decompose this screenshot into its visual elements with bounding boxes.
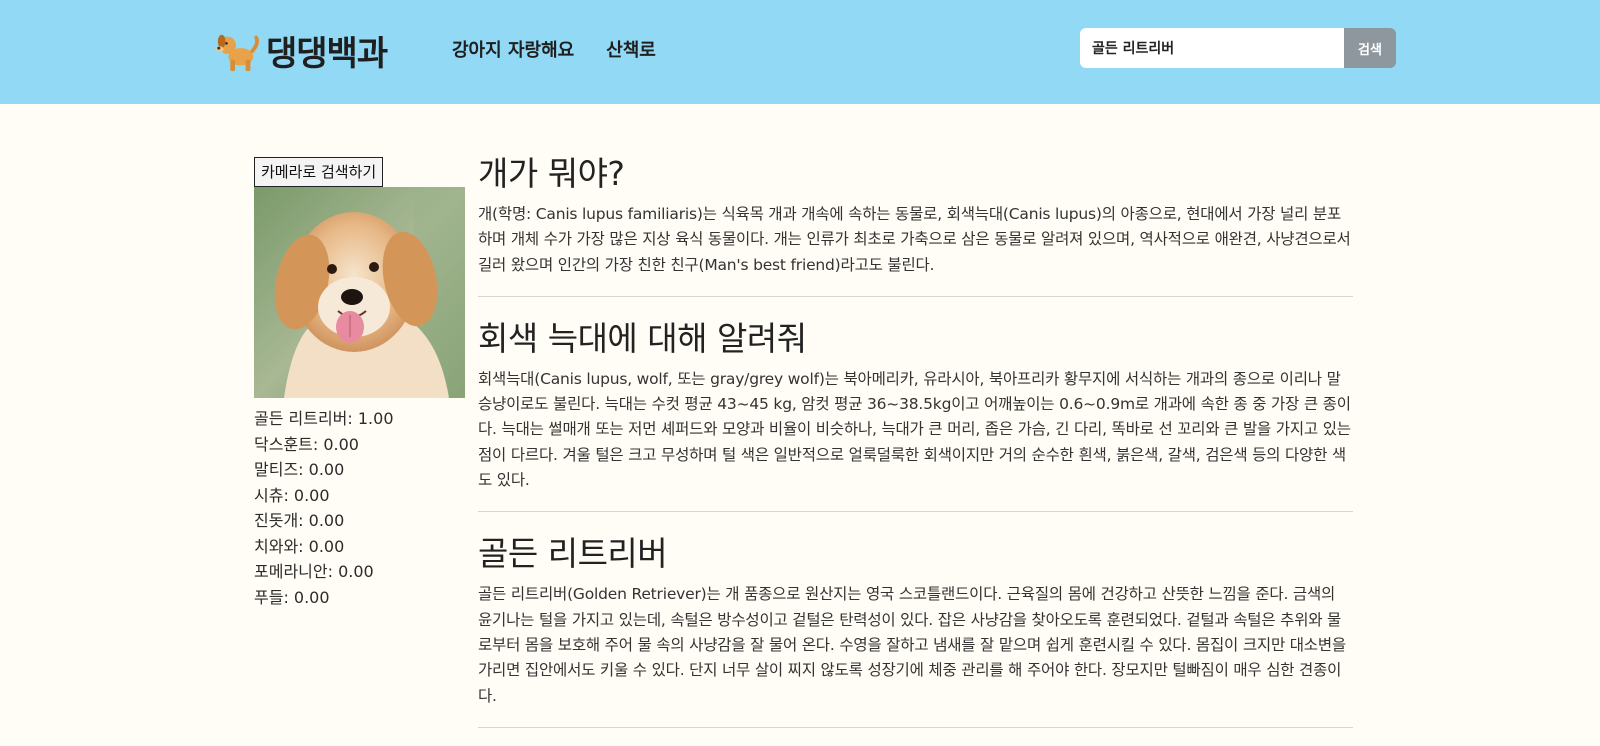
- dog-logo-icon: [215, 34, 259, 71]
- section-body: 개(학명: Canis lupus familiaris)는 식육목 개과 개속…: [478, 205, 1351, 274]
- section-title: 골든 리트리버: [478, 534, 668, 574]
- section-title: 회색 늑대에 대해 알려줘: [478, 318, 807, 358]
- prediction-item: 닥스훈트: 0.00: [254, 434, 359, 454]
- nav-item-walk-trail[interactable]: 산책로: [606, 36, 656, 62]
- prediction-sidebar: 카메라로 검색하기 골든 리트리버: 1.00 닥스훈트: 0.00 말티즈: …: [254, 157, 466, 610]
- prediction-item: 골든 리트리버: 1.00: [254, 409, 394, 428]
- site-logo[interactable]: 댕댕백과: [214, 26, 388, 75]
- section-what-is-dog: 개가 뭐야? 개(학명: Canis lupus familiaris)는 식육…: [478, 150, 1353, 297]
- section-golden-retriever: 골든 리트리버 골든 리트리버(Golden Retriever)는 개 품종으…: [478, 530, 1353, 728]
- prediction-item: 푸들: 0.00: [254, 587, 330, 607]
- camera-search-button[interactable]: 카메라로 검색하기: [254, 157, 384, 187]
- site-header: 댕댕백과 강아지 자랑해요 산책로 검색: [0, 0, 1600, 104]
- section-body: 회색늑대(Canis lupus, wolf, 또는 gray/grey wol…: [478, 369, 1351, 490]
- main-content: 개가 뭐야? 개(학명: Canis lupus familiaris)는 식육…: [478, 150, 1353, 746]
- golden-retriever-photo: [254, 187, 465, 398]
- prediction-item: 말티즈: 0.00: [254, 460, 345, 479]
- nav-item-dog-showoff[interactable]: 강아지 자랑해요: [452, 36, 574, 62]
- prediction-item: 시츄: 0.00: [254, 485, 330, 505]
- search-bar: 검색: [1080, 28, 1396, 68]
- prediction-list: 골든 리트리버: 1.00 닥스훈트: 0.00 말티즈: 0.00 시츄: 0…: [254, 406, 466, 610]
- section-gray-wolf: 회색 늑대에 대해 알려줘 회색늑대(Canis lupus, wolf, 또는…: [478, 315, 1353, 513]
- section-body: 골든 리트리버(Golden Retriever)는 개 품종으로 원산지는 영…: [478, 585, 1346, 705]
- main-nav: 강아지 자랑해요 산책로: [452, 36, 656, 62]
- prediction-item: 치와와: 0.00: [254, 536, 345, 556]
- prediction-item: 진돗개: 0.00: [254, 511, 345, 530]
- logo-text: 댕댕백과: [266, 34, 388, 74]
- section-title: 개가 뭐야?: [478, 154, 625, 193]
- search-button[interactable]: 검색: [1344, 28, 1396, 68]
- prediction-item: 포메라니안: 0.00: [254, 562, 374, 581]
- search-input[interactable]: [1080, 28, 1344, 68]
